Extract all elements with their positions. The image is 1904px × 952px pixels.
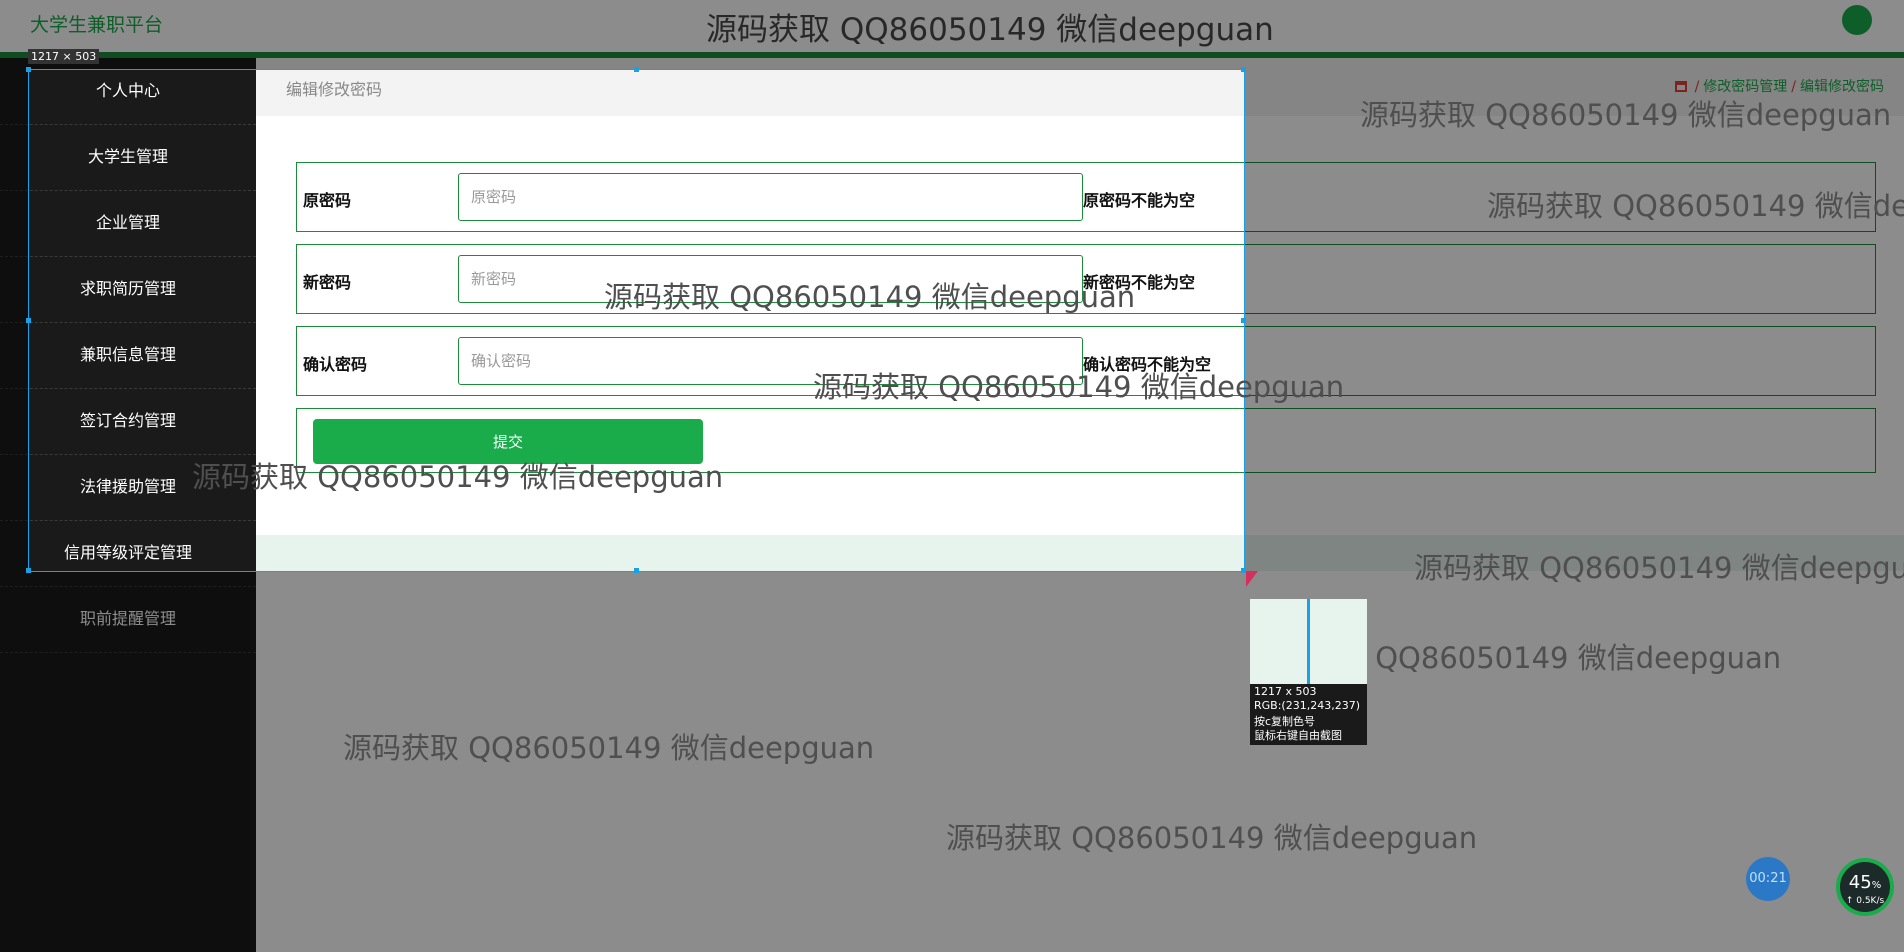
timer-widget[interactable]: 00:21	[1746, 857, 1790, 901]
resize-handle[interactable]	[26, 67, 31, 72]
gauge-unit: %	[1871, 880, 1882, 891]
performance-gauge[interactable]: 45% ↑ 0.5K/s	[1836, 858, 1894, 916]
magnifier-rgb: RGB:(231,243,237)	[1254, 699, 1360, 712]
selection-border	[26, 67, 1246, 573]
resize-handle[interactable]	[634, 568, 639, 573]
watermark: 源码获取 QQ86050149 微信deepguan	[1414, 551, 1904, 585]
gauge-percent: 45	[1848, 872, 1872, 893]
crosshair-line	[1307, 599, 1310, 684]
selection-size-label: 1217 × 503	[28, 49, 100, 64]
resize-handle[interactable]	[26, 568, 31, 573]
gauge-value: 45%	[1840, 872, 1890, 893]
watermark: 源码获取 QQ86050149 微信deepguan	[343, 731, 875, 765]
watermark: 源码获取 QQ86050149 微信deepguan	[946, 821, 1478, 855]
mouse-cursor-icon	[1246, 571, 1258, 587]
watermark: 源码获取 QQ86050149 微信deepguan	[1360, 98, 1892, 132]
watermark: 源码获取 QQ86050149 微信deepguan	[604, 280, 1136, 314]
resize-handle[interactable]	[1241, 67, 1246, 72]
net-speed: ↑ 0.5K/s	[1845, 896, 1885, 906]
color-magnifier: 1217 x 503 RGB:(231,243,237) 按c复制色号 鼠标右键…	[1250, 599, 1367, 745]
watermark: 源码获取 QQ86050149 微信deepguan	[1487, 189, 1904, 223]
resize-handle[interactable]	[1241, 318, 1246, 323]
magnifier-right-click-hint: 鼠标右键自由截图	[1254, 729, 1342, 742]
watermark: 源码获取 QQ86050149 微信deepguan	[192, 460, 724, 494]
resize-handle[interactable]	[26, 318, 31, 323]
watermark: 源码获取 QQ86050149 微信deepguan	[813, 370, 1345, 404]
magnifier-size: 1217 x 503	[1254, 685, 1317, 698]
magnifier-view	[1250, 599, 1367, 684]
resize-handle[interactable]	[634, 67, 639, 72]
